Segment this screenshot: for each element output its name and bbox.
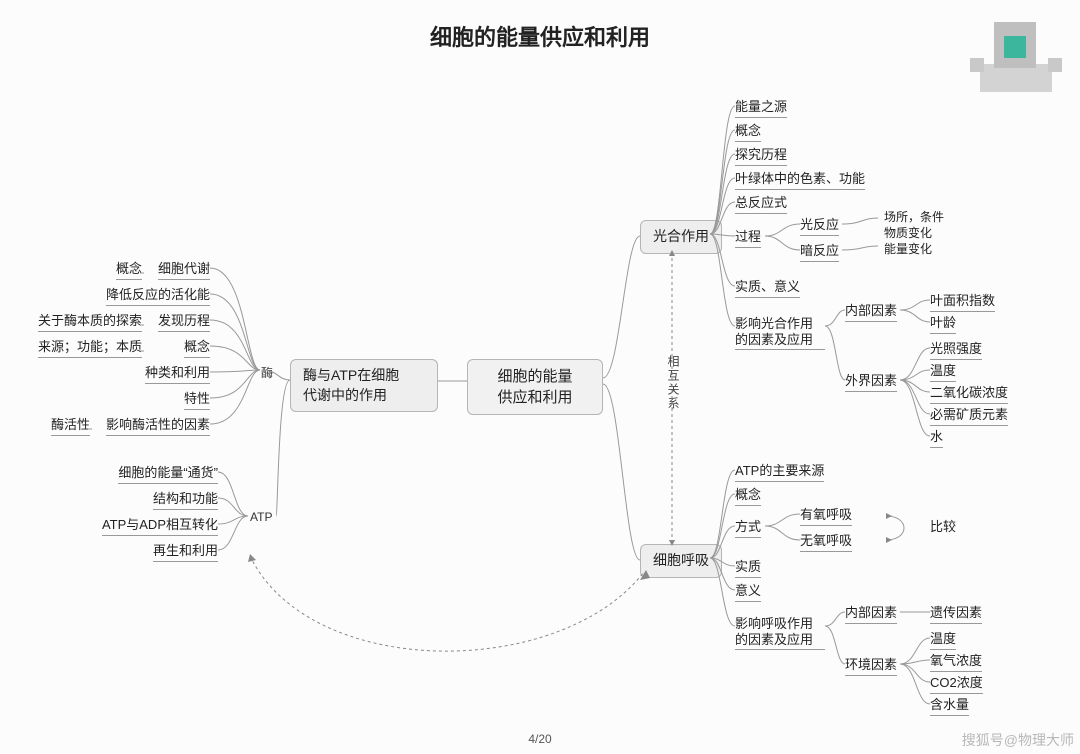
- enz-2r: 降低反应的活化能: [106, 284, 210, 306]
- p8inb: 叶龄: [930, 312, 956, 334]
- atp-3: ATP与ADP相互转化: [102, 514, 218, 536]
- compare-label: 比较: [930, 516, 956, 535]
- pixel-icon: [970, 18, 1062, 96]
- page-number: 4/20: [0, 732, 1080, 746]
- p4: 叶绿体中的色素、功能: [735, 168, 865, 190]
- enz-6r: 特性: [184, 388, 210, 410]
- enzyme-label: 酶: [261, 364, 273, 381]
- r6ina: 遗传因素: [930, 602, 982, 624]
- atp-label: ATP: [250, 510, 272, 524]
- r4: 实质: [735, 556, 761, 578]
- r3: 方式: [735, 516, 761, 538]
- p6b: 暗反应: [800, 240, 839, 262]
- enz-1l: 概念: [116, 258, 142, 280]
- enz-5r: 种类和利用: [145, 362, 210, 384]
- r6oa: 温度: [930, 628, 956, 650]
- r3a: 有氧呼吸: [800, 504, 852, 526]
- enz-7l: 酶活性: [51, 414, 90, 436]
- enz-3r: 发现历程: [158, 310, 210, 332]
- watermark: 搜狐号@物理大师: [962, 730, 1074, 750]
- p3: 探究历程: [735, 144, 787, 166]
- enz-1r: 细胞代谢: [158, 258, 210, 280]
- r6od: 含水量: [930, 694, 969, 716]
- page-title: 细胞的能量供应和利用: [0, 20, 1080, 52]
- center-node: 细胞的能量 供应和利用: [467, 359, 603, 415]
- r6ob: 氧气浓度: [930, 650, 982, 672]
- photosynthesis-node: 光合作用: [640, 220, 722, 254]
- p6n1: 场所，条件: [884, 208, 944, 225]
- r5: 意义: [735, 580, 761, 602]
- atp-2: 结构和功能: [153, 488, 218, 510]
- atp-1: 细胞的能量“通货”: [118, 462, 218, 484]
- p6: 过程: [735, 226, 761, 248]
- r3b: 无氧呼吸: [800, 530, 852, 552]
- r1: ATP的主要来源: [735, 460, 824, 482]
- enzyme-atp-node: 酶与ATP在细胞 代谢中的作用: [290, 359, 438, 412]
- r6in: 内部因素: [845, 602, 897, 624]
- relation-label: 相互关系: [665, 355, 682, 411]
- p1: 能量之源: [735, 96, 787, 118]
- p8oe: 水: [930, 426, 943, 448]
- p8in: 内部因素: [845, 300, 897, 322]
- p5: 总反应式: [735, 192, 787, 214]
- p8out: 外界因素: [845, 370, 897, 392]
- p8oc: 二氧化碳浓度: [930, 382, 1008, 404]
- p6a: 光反应: [800, 214, 839, 236]
- p6n3: 能量变化: [884, 240, 932, 257]
- enz-4r: 概念: [184, 336, 210, 358]
- p8od: 必需矿质元素: [930, 404, 1008, 426]
- p6n2: 物质变化: [884, 224, 932, 241]
- mindmap-page: 细胞的能量供应和利用 4/20 搜狐号@物理大师 细胞的能量 供应和利用 酶与A…: [0, 0, 1080, 754]
- p8ob: 温度: [930, 360, 956, 382]
- p8: 影响光合作用的因素及应用: [735, 316, 825, 350]
- p7: 实质、意义: [735, 276, 800, 298]
- enz-7r: 影响酶活性的因素: [106, 414, 210, 436]
- r6: 影响呼吸作用的因素及应用: [735, 616, 825, 650]
- respiration-node: 细胞呼吸: [640, 544, 722, 578]
- r6oc: CO2浓度: [930, 672, 983, 694]
- p2: 概念: [735, 120, 761, 142]
- enz-4l: 来源；功能；本质: [38, 336, 142, 358]
- r2: 概念: [735, 484, 761, 506]
- p8ina: 叶面积指数: [930, 290, 995, 312]
- enz-3l: 关于酶本质的探索: [38, 310, 142, 332]
- r6out: 环境因素: [845, 654, 897, 676]
- atp-4: 再生和利用: [153, 540, 218, 562]
- p8oa: 光照强度: [930, 338, 982, 360]
